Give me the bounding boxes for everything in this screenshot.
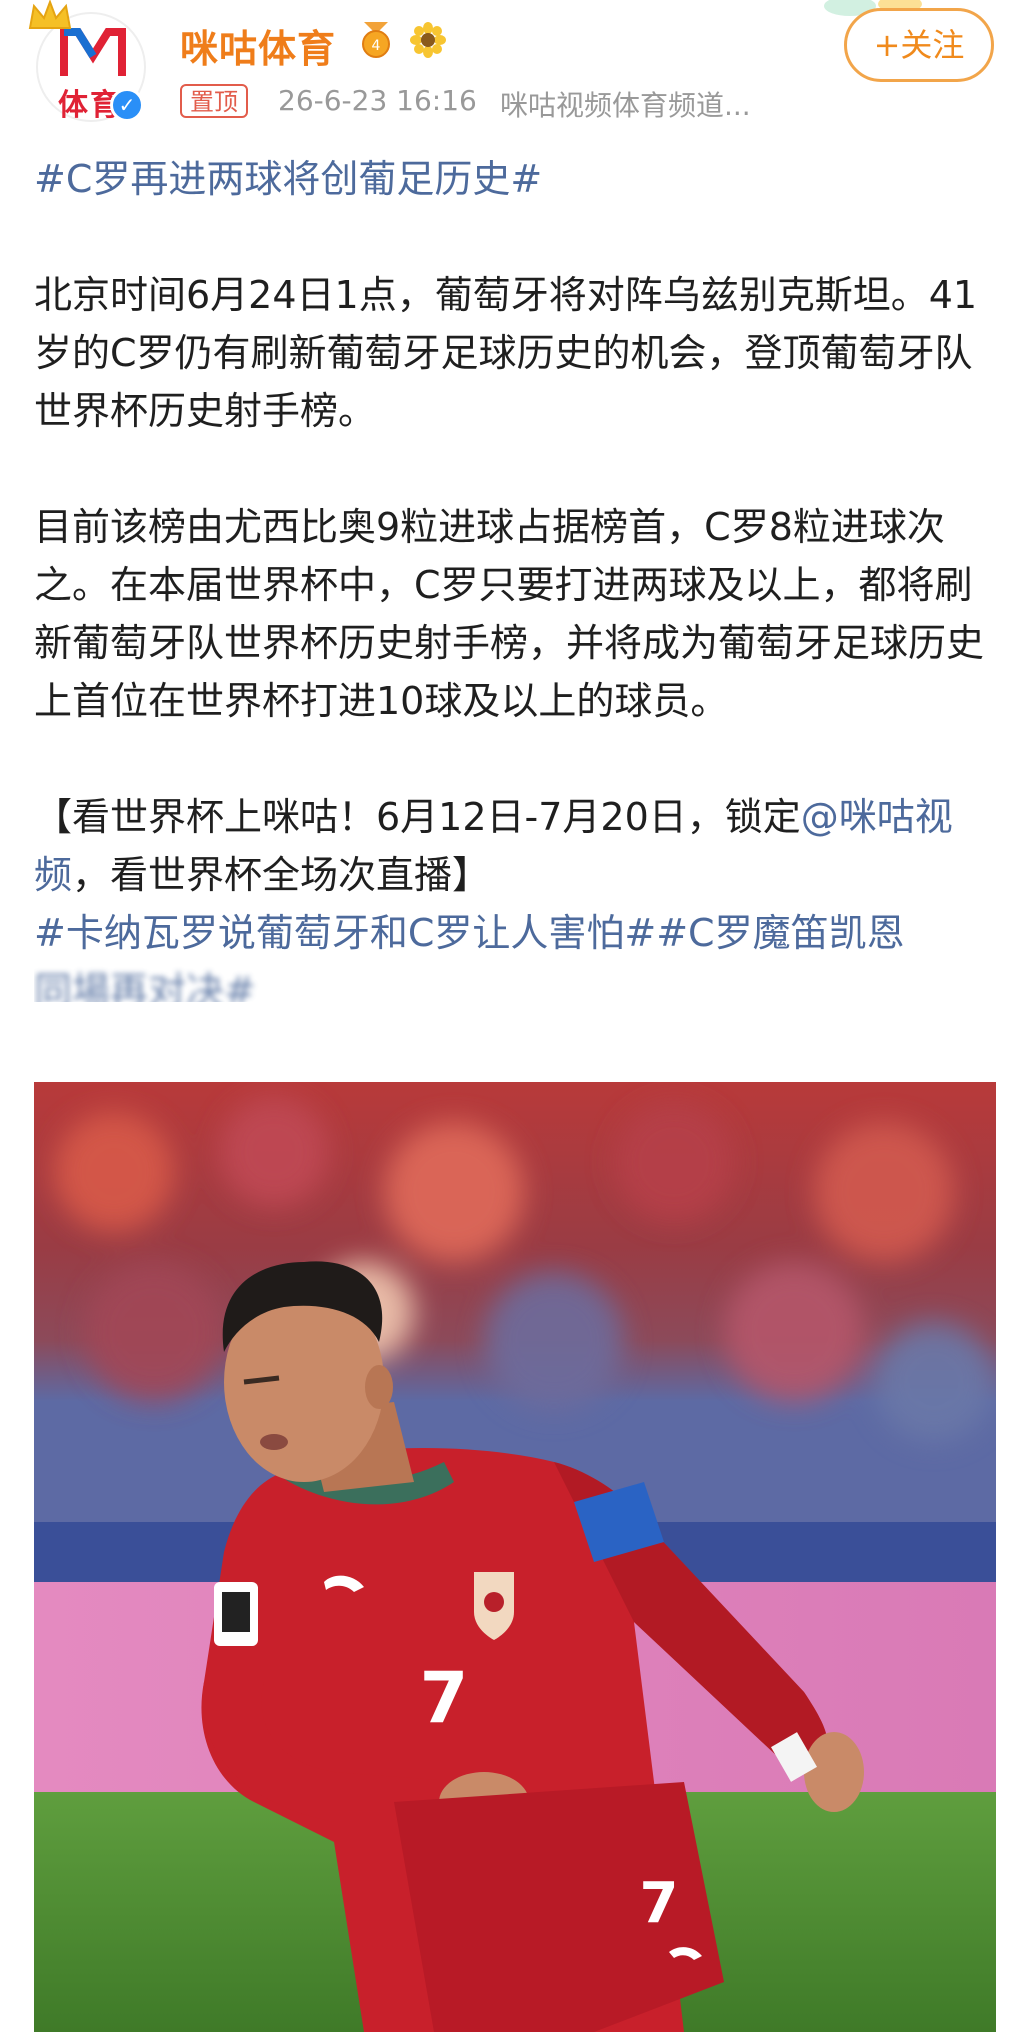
promo-prefix: 【看世界杯上咪咕！6月12日-7月20日，锁定 — [34, 795, 801, 839]
post-body: #C罗再进两球将创葡足历史# 北京时间6月24日1点，葡萄牙将对阵乌兹别克斯坦。… — [34, 150, 994, 1002]
post-source[interactable]: 咪咕视频体育频道... — [500, 84, 751, 124]
paragraph-2: 目前该榜由尤西比奥9粒进球占据榜首，C罗8粒进球次之。在本届世界杯中，C罗只要打… — [34, 505, 985, 723]
pinned-badge: 置顶 — [180, 84, 248, 118]
follow-button[interactable]: +关注 — [844, 8, 994, 82]
title-hashtag[interactable]: #C罗再进两球将创葡足历史# — [34, 150, 994, 208]
svg-text:4: 4 — [372, 38, 381, 54]
hashtag-cut-text: 同場再对决# — [34, 969, 256, 1002]
player-photo: 7 7 — [34, 1082, 996, 2032]
post-photo[interactable]: 7 7 — [34, 1082, 996, 2032]
jersey-number: 7 — [420, 1657, 469, 1739]
promo-line: 【看世界杯上咪咕！6月12日-7月20日，锁定@咪咕视频，看世界杯全场次直播】 — [34, 788, 994, 904]
sunflower-icon — [410, 22, 446, 58]
crown-icon — [28, 0, 72, 29]
verified-icon: ✓ — [110, 88, 144, 122]
paragraph-1: 北京时间6月24日1点，葡萄牙将对阵乌兹别克斯坦。41岁的C罗仍有刷新葡萄牙足球… — [34, 273, 978, 433]
hashtag-line-cut[interactable]: 同場再对决# — [34, 962, 994, 1002]
migu-logo-icon — [60, 28, 126, 76]
promo-suffix: ，看世界杯全场次直播】 — [72, 853, 491, 897]
account-name[interactable]: 咪咕体育 — [180, 18, 336, 73]
medal-icon: 4 — [362, 22, 390, 58]
shorts-number: 7 — [640, 1871, 679, 1936]
post-timestamp: 26-6-23 16:16 — [278, 84, 477, 117]
hashtag-line[interactable]: #卡纳瓦罗说葡萄牙和C罗让人害怕##C罗魔笛凯恩 — [34, 904, 994, 962]
post-header: 体育 ✓ 咪咕体育 4 置顶 26-6-23 16:16 咪咕视频体育频道...… — [0, 0, 1027, 140]
